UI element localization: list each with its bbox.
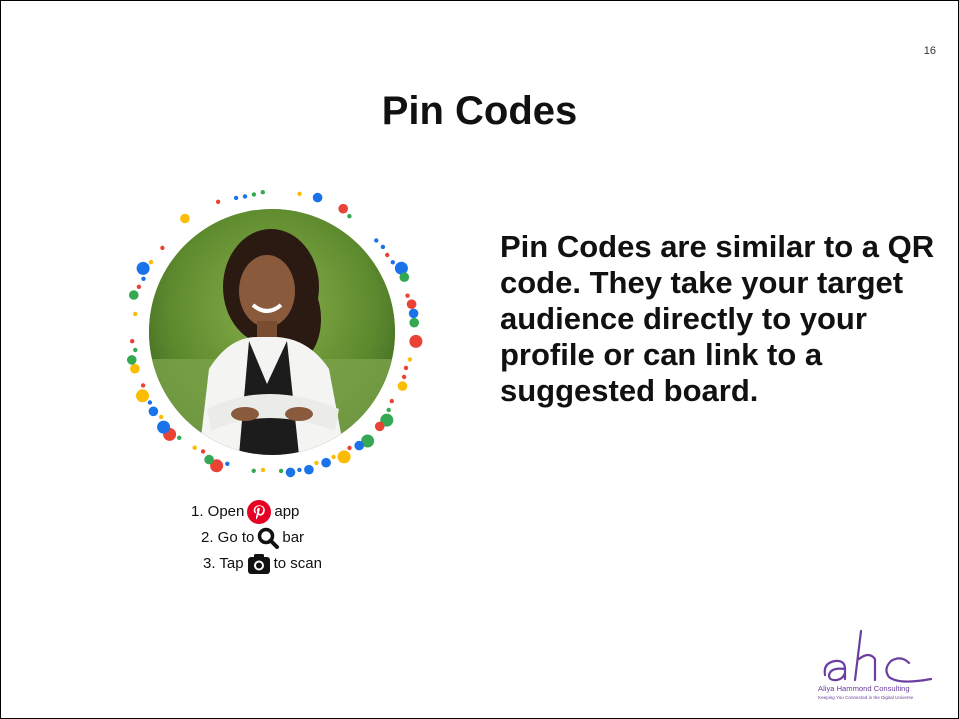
slide: 16 Pin Codes 1. Open app 2. Go to bar 3.… — [0, 0, 959, 719]
pin-code-dot — [242, 194, 248, 199]
pin-code-dot — [374, 238, 379, 243]
instruction-step-2: 2. Go to bar — [191, 525, 361, 551]
pin-code-dot — [321, 457, 331, 468]
pin-code-dot — [389, 398, 394, 404]
ahc-logo: Aliya Hammond Consulting Keeping You Con… — [813, 623, 949, 703]
pin-code-dot — [130, 339, 135, 344]
pin-code-dot — [147, 400, 153, 405]
pin-code-dot — [385, 252, 390, 258]
pin-code-dot — [204, 454, 214, 465]
pin-code-dot — [129, 290, 139, 300]
pin-code-dot — [136, 284, 142, 289]
pin-code-dot — [136, 389, 149, 403]
pin-code-dot — [215, 199, 221, 204]
page-number: 16 — [923, 45, 936, 57]
pin-code-dot — [159, 414, 164, 420]
pin-code-dot — [386, 407, 391, 413]
profile-photo — [149, 209, 395, 455]
pin-code-dot — [130, 363, 140, 374]
pin-code-dot — [251, 468, 256, 473]
pin-code-dot — [401, 374, 407, 380]
step-2-text-before: 2. Go to — [201, 529, 255, 546]
pin-code-dot — [133, 311, 138, 317]
pin-code-dot — [331, 454, 336, 460]
pin-code-dot — [409, 334, 423, 348]
camera-icon — [247, 553, 271, 575]
pin-code-dot — [408, 308, 419, 319]
pin-code-dot — [200, 449, 206, 454]
pin-code-dot — [260, 190, 265, 195]
pin-code-dot — [136, 261, 150, 275]
pin-code-dot — [225, 461, 230, 466]
pin-code-dot — [148, 406, 159, 417]
pin-code-dot — [380, 244, 386, 250]
slide-title: Pin Codes — [381, 89, 578, 133]
pin-code-dot — [403, 365, 409, 371]
pin-code-dot — [297, 467, 302, 473]
pin-code-dot — [127, 355, 137, 365]
pin-code-dot — [141, 276, 146, 281]
pin-code-dot — [407, 357, 413, 362]
pin-code — [119, 183, 429, 483]
step-1-text-before: 1. Open — [191, 503, 245, 520]
pin-code-dot — [285, 467, 296, 478]
pin-code-dot — [390, 260, 395, 265]
pin-code-dot — [133, 347, 138, 353]
pin-code-dot — [337, 450, 351, 464]
pin-code-dot — [354, 440, 364, 451]
pin-code-dot — [297, 191, 302, 196]
scan-instructions: 1. Open app 2. Go to bar 3. Tap to scan — [191, 499, 361, 577]
pin-code-dot — [177, 435, 182, 440]
pin-code-dot — [397, 381, 408, 391]
pin-code-dot — [338, 203, 348, 214]
pin-code-dot — [374, 421, 385, 432]
pin-code-dot — [409, 317, 420, 328]
step-2-text-after: bar — [282, 529, 305, 546]
step-1-text-after: app — [274, 503, 300, 520]
pin-code-dot — [314, 460, 319, 466]
pinterest-icon — [247, 500, 272, 524]
pin-code-dot — [157, 420, 171, 434]
search-icon — [257, 527, 280, 549]
pin-code-dot — [260, 467, 266, 473]
pin-code-dot — [399, 272, 410, 282]
pin-code-dot — [405, 293, 410, 298]
step-3-text-before: 3. Tap — [203, 555, 244, 572]
pin-code-dot — [347, 445, 352, 451]
pin-code-dot — [312, 192, 323, 203]
logo-tagline: Keeping You Connected in the Digital Uni… — [818, 695, 914, 700]
pin-code-dot — [160, 245, 165, 251]
pin-code-dot — [148, 259, 154, 265]
pin-code-dot — [251, 192, 257, 197]
logo-name: Aliya Hammond Consulting — [818, 684, 910, 693]
pin-code-dot — [278, 468, 284, 474]
body-text: Pin Codes are similar to a QR code. They… — [500, 229, 935, 408]
instruction-step-3: 3. Tap to scan — [191, 551, 361, 577]
profile-photo-illustration — [149, 209, 395, 455]
pin-code-dot — [180, 213, 190, 224]
pin-code-dot — [347, 214, 352, 219]
instruction-step-1: 1. Open app — [191, 499, 361, 525]
step-3-text-after: to scan — [273, 555, 322, 572]
pin-code-dot — [192, 445, 197, 450]
pin-code-dot — [140, 383, 146, 388]
pin-code-dot — [406, 299, 417, 309]
pin-code-dot — [233, 195, 239, 201]
pin-code-dot — [304, 464, 314, 475]
